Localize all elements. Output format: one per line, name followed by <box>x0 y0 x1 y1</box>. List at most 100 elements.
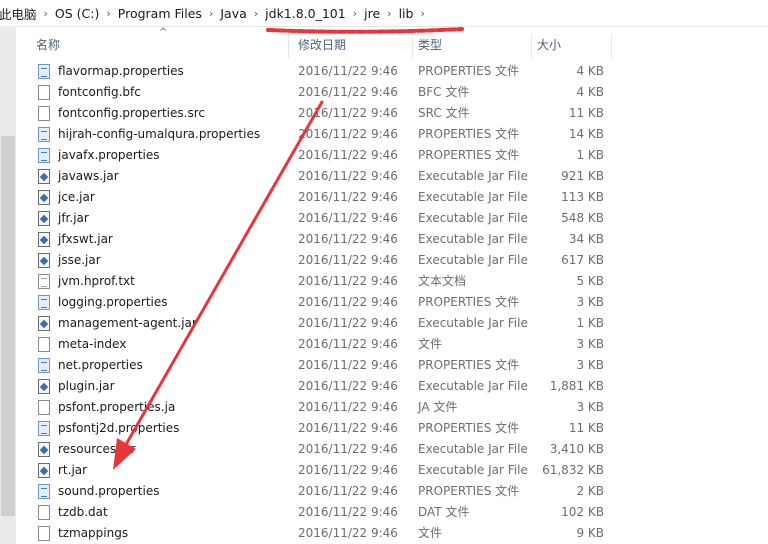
file-row[interactable]: hijrah-config-umalqura.properties 2016/11… <box>0 124 768 145</box>
column-header-modified[interactable]: 修改日期 <box>293 32 412 58</box>
file-row[interactable]: jsse.jar 2016/11/22 9:46 Executable Jar Fi… <box>0 250 768 271</box>
file-name[interactable]: fontconfig.properties.src <box>58 103 205 124</box>
breadcrumb-jre[interactable]: jre <box>361 6 383 21</box>
file-type: PROPERTIES 文件 <box>418 127 520 141</box>
file-name[interactable]: javafx.properties <box>58 145 160 166</box>
file-name[interactable]: jfxswt.jar <box>58 229 113 250</box>
file-row[interactable]: rt.jar 2016/11/22 9:46 Executable Jar File… <box>0 460 768 481</box>
file-modified-date: 2016/11/22 9:46 <box>298 379 398 393</box>
file-row[interactable]: fontconfig.properties.src 2016/11/22 9:46… <box>0 103 768 124</box>
breadcrumb-separator-icon[interactable]: › <box>383 7 395 20</box>
breadcrumb-separator-icon[interactable]: › <box>40 7 52 20</box>
file-name[interactable]: jvm.hprof.txt <box>58 271 135 292</box>
file-name[interactable]: logging.properties <box>58 292 168 313</box>
file-row[interactable]: jce.jar 2016/11/22 9:46 Executable Jar Fil… <box>0 187 768 208</box>
file-row[interactable]: meta-index 2016/11/22 9:46 文件 3 KB <box>0 334 768 355</box>
column-divider[interactable] <box>611 34 612 58</box>
file-name[interactable]: management-agent.jar <box>58 313 197 334</box>
file-row[interactable]: resources.jar 2016/11/22 9:46 Executable J… <box>0 439 768 460</box>
file-size: 4 KB <box>576 64 604 78</box>
file-type: PROPERTIES 文件 <box>418 358 520 372</box>
column-header-type[interactable]: 类型 <box>413 32 531 58</box>
file-row[interactable]: psfont.properties.ja 2016/11/22 9:46 JA 文件… <box>0 397 768 418</box>
file-row[interactable]: tzmappings 2016/11/22 9:46 文件 9 KB <box>0 523 768 544</box>
file-modified-date: 2016/11/22 9:46 <box>298 106 398 120</box>
properties-file-icon <box>38 295 50 310</box>
file-name[interactable]: javaws.jar <box>58 166 119 187</box>
properties-file-icon <box>38 358 50 373</box>
file-icon <box>38 337 50 352</box>
file-size: 3 KB <box>576 400 604 414</box>
file-type: Executable Jar File <box>418 190 528 204</box>
file-modified-date: 2016/11/22 9:46 <box>298 337 398 351</box>
column-header-size[interactable]: 大小 <box>532 32 612 58</box>
file-name[interactable]: psfont.properties.ja <box>58 397 175 418</box>
file-row[interactable]: jfr.jar 2016/11/22 9:46 Executable Jar Fil… <box>0 208 768 229</box>
file-modified-date: 2016/11/22 9:46 <box>298 64 398 78</box>
file-name[interactable]: resources.jar <box>58 439 136 460</box>
file-name[interactable]: meta-index <box>58 334 126 355</box>
file-row[interactable]: tzdb.dat 2016/11/22 9:46 DAT 文件 102 KB <box>0 502 768 523</box>
breadcrumb-lib[interactable]: lib <box>396 6 417 21</box>
properties-file-icon <box>38 148 50 163</box>
file-modified-date: 2016/11/22 9:46 <box>298 358 398 372</box>
file-row[interactable]: jvm.hprof.txt 2016/11/22 9:46 文本文档 5 KB <box>0 271 768 292</box>
file-name[interactable]: net.properties <box>58 355 143 376</box>
file-size: 34 KB <box>568 232 604 246</box>
file-name[interactable]: psfontj2d.properties <box>58 418 179 439</box>
file-row[interactable]: logging.properties 2016/11/22 9:46 PROPERT… <box>0 292 768 313</box>
jar-file-icon <box>38 211 50 226</box>
properties-file-icon <box>38 64 50 79</box>
file-type: 文件 <box>418 337 443 351</box>
file-name[interactable]: sound.properties <box>58 481 159 502</box>
file-name[interactable]: hijrah-config-umalqura.properties <box>58 124 260 145</box>
file-name[interactable]: jce.jar <box>58 187 95 208</box>
file-size: 921 KB <box>561 169 604 183</box>
file-row[interactable]: management-agent.jar 2016/11/22 9:46 Execu… <box>0 313 768 334</box>
file-row[interactable]: sound.properties 2016/11/22 9:46 PROPERTIE… <box>0 481 768 502</box>
file-row[interactable]: net.properties 2016/11/22 9:46 PROPERTIES … <box>0 355 768 376</box>
file-row[interactable]: fontconfig.bfc 2016/11/22 9:46 BFC 文件 4 KB <box>0 82 768 103</box>
file-type: DAT 文件 <box>418 505 470 519</box>
column-header-name[interactable]: 名称 <box>31 32 288 58</box>
file-modified-date: 2016/11/22 9:46 <box>298 484 398 498</box>
column-divider[interactable] <box>288 34 289 58</box>
file-modified-date: 2016/11/22 9:46 <box>298 316 398 330</box>
file-size: 1 KB <box>576 316 604 330</box>
file-size: 3 KB <box>576 295 604 309</box>
file-row[interactable]: javaws.jar 2016/11/22 9:46 Executable Jar … <box>0 166 768 187</box>
file-row[interactable]: flavormap.properties 2016/11/22 9:46 PROPE… <box>0 61 768 82</box>
file-name[interactable]: tzdb.dat <box>58 502 108 523</box>
jar-file-icon <box>38 190 50 205</box>
breadcrumb-separator-icon[interactable]: › <box>416 7 428 20</box>
file-modified-date: 2016/11/22 9:46 <box>298 127 398 141</box>
file-row[interactable]: javafx.properties 2016/11/22 9:46 PROPERTI… <box>0 145 768 166</box>
file-row[interactable]: psfontj2d.properties 2016/11/22 9:46 PROPE… <box>0 418 768 439</box>
breadcrumb-java[interactable]: Java <box>217 6 249 21</box>
file-modified-date: 2016/11/22 9:46 <box>298 211 398 225</box>
file-modified-date: 2016/11/22 9:46 <box>298 295 398 309</box>
breadcrumb-drive-c[interactable]: OS (C:) <box>52 6 102 21</box>
file-row[interactable]: plugin.jar 2016/11/22 9:46 Executable Jar … <box>0 376 768 397</box>
file-row[interactable]: jfxswt.jar 2016/11/22 9:46 Executable Jar … <box>0 229 768 250</box>
file-name[interactable]: plugin.jar <box>58 376 115 397</box>
file-name[interactable]: jfr.jar <box>58 208 89 229</box>
breadcrumb-jdk[interactable]: jdk1.8.0_101 <box>262 6 349 21</box>
breadcrumb-separator-icon[interactable]: › <box>102 7 114 20</box>
jar-file-icon <box>38 316 50 331</box>
file-modified-date: 2016/11/22 9:46 <box>298 526 398 540</box>
breadcrumb-separator-icon[interactable]: › <box>349 7 361 20</box>
breadcrumb-separator-icon[interactable]: › <box>250 7 262 20</box>
file-name[interactable]: flavormap.properties <box>58 61 184 82</box>
file-name[interactable]: rt.jar <box>58 460 87 481</box>
jar-file-icon <box>38 169 50 184</box>
file-name[interactable]: jsse.jar <box>58 250 101 271</box>
file-type: Executable Jar File <box>418 169 528 183</box>
breadcrumb-program-files[interactable]: Program Files <box>115 6 205 21</box>
file-name[interactable]: tzmappings <box>58 523 128 544</box>
file-size: 11 KB <box>568 421 604 435</box>
file-name[interactable]: fontconfig.bfc <box>58 82 141 103</box>
file-size: 9 KB <box>576 526 604 540</box>
breadcrumb-separator-icon[interactable]: › <box>205 7 217 20</box>
breadcrumb-this-pc[interactable]: 此电脑 <box>0 4 40 23</box>
